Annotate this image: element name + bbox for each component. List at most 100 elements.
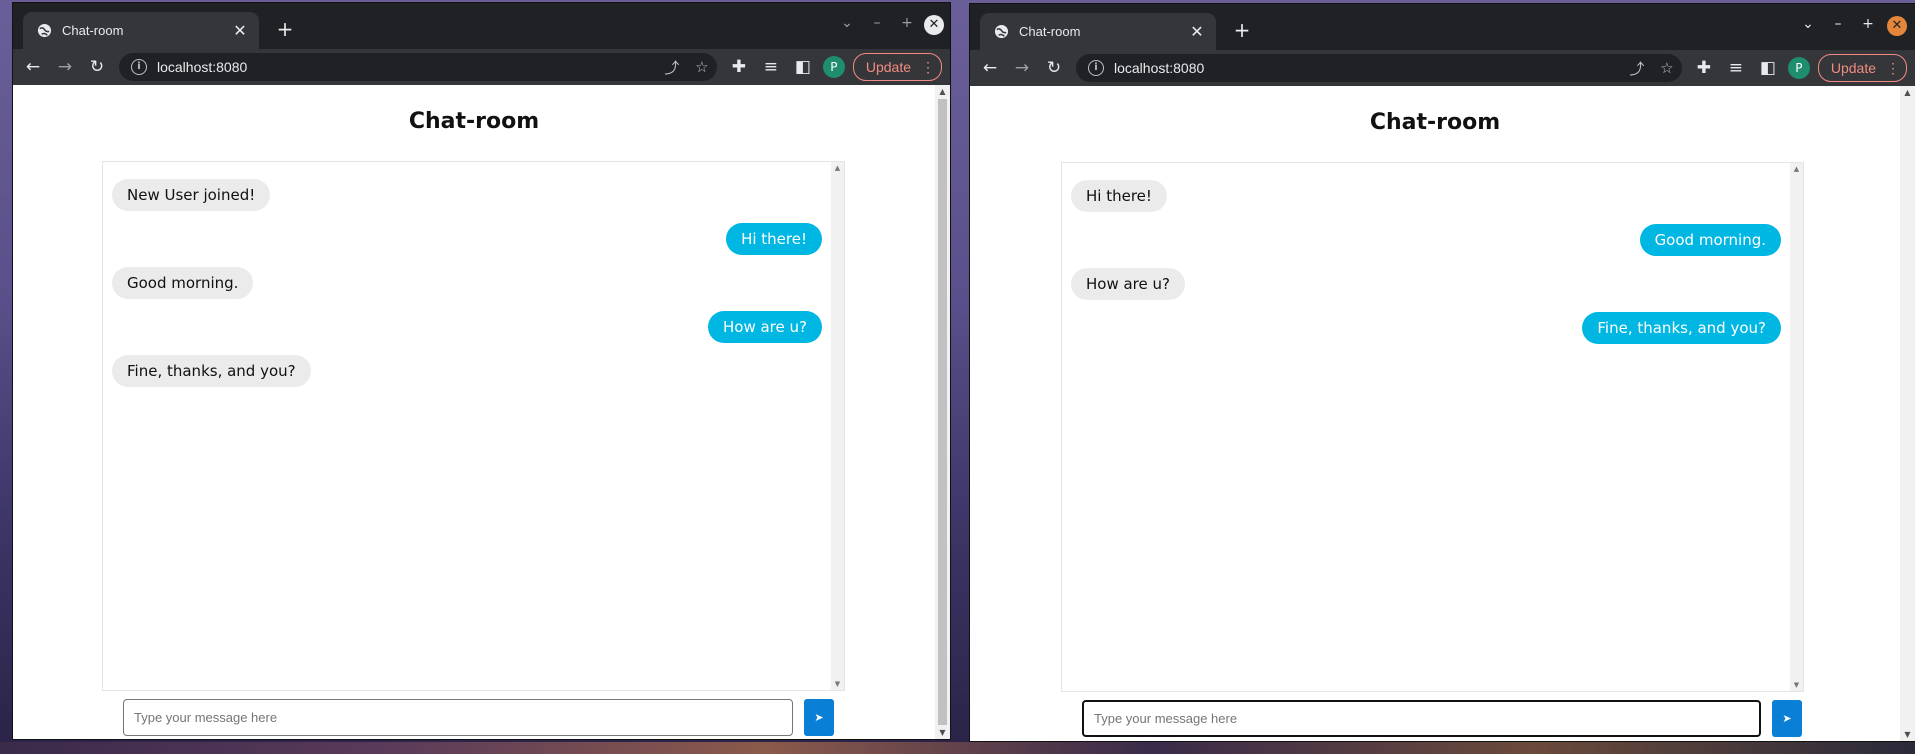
message-bubble: Hi there! xyxy=(1071,180,1167,212)
received-message: How are u? xyxy=(1071,267,1781,301)
received-message: Good morning. xyxy=(112,266,822,300)
menu-icon[interactable]: ⋮ xyxy=(1886,60,1900,77)
message-input[interactable] xyxy=(1082,700,1761,737)
message-input[interactable] xyxy=(123,699,793,736)
avatar[interactable]: P xyxy=(1787,57,1810,79)
tab-strip: Chat-room ✕ + ⌄ – + ✕ xyxy=(970,4,1915,50)
chat-page: Chat-room Hi there! Good morning. How are … xyxy=(970,86,1900,741)
url-text: localhost:8080 xyxy=(1114,60,1205,76)
media-icon[interactable]: ≡ xyxy=(755,57,787,77)
chat-messages-panel[interactable]: New User joined! Hi there! Good morning. Ho… xyxy=(102,161,845,691)
address-bar[interactable]: i localhost:8080 ⤴ ☆ xyxy=(119,53,717,81)
extensions-icon[interactable]: ✚ xyxy=(1688,58,1720,78)
page-scrollbar[interactable]: ▲ ▼ xyxy=(1900,86,1915,741)
page-title: Chat-room xyxy=(1369,110,1501,135)
back-icon[interactable]: ← xyxy=(17,57,49,77)
chat-messages-panel[interactable]: Hi there! Good morning. How are u? Fine, th… xyxy=(1061,162,1804,692)
send-button[interactable]: ➤ xyxy=(1772,700,1802,737)
received-message: New User joined! xyxy=(112,178,822,212)
browser-window-left: Chat-room ✕ + ⌄ – + ✕ ← → ↻ i localhost:… xyxy=(12,2,951,740)
message-bubble: Hi there! xyxy=(726,223,822,255)
url-text: localhost:8080 xyxy=(157,59,248,75)
window-close-button[interactable]: ✕ xyxy=(1887,16,1907,36)
page-scrollbar[interactable]: ▲ ▼ xyxy=(935,85,950,739)
tab-title: Chat-room xyxy=(62,23,124,38)
page-viewport: Chat-room Hi there! Good morning. How are … xyxy=(970,86,1915,741)
scroll-down-icon[interactable]: ▼ xyxy=(1900,730,1915,739)
tab-title: Chat-room xyxy=(1019,24,1081,39)
message-bubble: How are u? xyxy=(1071,268,1185,300)
received-message: Hi there! xyxy=(1071,179,1781,213)
extensions-icon[interactable]: ✚ xyxy=(723,57,755,77)
browser-window-right: Chat-room ✕ + ⌄ – + ✕ ← → ↻ i localhost:… xyxy=(969,3,1915,742)
browser-toolbar: ← → ↻ i localhost:8080 ⤴ ☆ ✚ ≡ ◧ P Updat… xyxy=(970,50,1915,86)
scroll-up-icon[interactable]: ▲ xyxy=(935,87,950,96)
sent-message: Good morning. xyxy=(1071,223,1781,257)
desktop-wallpaper xyxy=(0,742,1915,754)
forward-icon[interactable]: → xyxy=(49,57,81,77)
sent-message: Fine, thanks, and you? xyxy=(1071,311,1781,345)
reload-icon[interactable]: ↻ xyxy=(1038,58,1070,78)
scroll-down-icon[interactable]: ▼ xyxy=(1790,681,1803,689)
minimize-button[interactable]: – xyxy=(866,15,888,31)
received-message: Fine, thanks, and you? xyxy=(112,354,822,388)
send-icon: ➤ xyxy=(814,711,824,724)
scroll-up-icon[interactable]: ▲ xyxy=(831,164,844,172)
message-list: Hi there! Good morning. How are u? Fine, th… xyxy=(1071,179,1781,355)
update-label: Update xyxy=(865,59,911,75)
message-bubble: Fine, thanks, and you? xyxy=(112,355,311,387)
maximize-button[interactable]: + xyxy=(896,15,918,31)
update-label: Update xyxy=(1830,60,1876,76)
side-panel-icon[interactable]: ◧ xyxy=(787,57,819,77)
avatar[interactable]: P xyxy=(822,56,845,78)
menu-icon[interactable]: ⋮ xyxy=(921,59,935,76)
info-icon[interactable]: i xyxy=(1088,60,1104,76)
scroll-down-icon[interactable]: ▼ xyxy=(831,680,844,688)
share-icon[interactable]: ⤴ xyxy=(657,57,687,78)
send-button[interactable]: ➤ xyxy=(804,699,834,736)
chat-scrollbar[interactable]: ▲ ▼ xyxy=(831,162,844,690)
chevron-down-icon[interactable]: ⌄ xyxy=(836,15,858,31)
close-icon[interactable]: ✕ xyxy=(1188,22,1206,41)
sent-message: Hi there! xyxy=(112,222,822,256)
star-icon[interactable]: ☆ xyxy=(687,58,717,76)
globe-icon xyxy=(994,24,1009,39)
side-panel-icon[interactable]: ◧ xyxy=(1752,58,1784,78)
update-button[interactable]: Update ⋮ xyxy=(852,53,942,81)
plus-icon[interactable]: + xyxy=(273,17,297,41)
page-title: Chat-room xyxy=(408,109,540,134)
minimize-button[interactable]: – xyxy=(1827,16,1849,32)
address-bar[interactable]: i localhost:8080 ⤴ ☆ xyxy=(1076,54,1682,82)
message-bubble: Good morning. xyxy=(112,267,254,299)
scroll-up-icon[interactable]: ▲ xyxy=(1900,88,1915,97)
send-icon: ➤ xyxy=(1782,712,1792,725)
chat-page: Chat-room New User joined! Hi there! Good … xyxy=(13,85,935,739)
tab-chat-room[interactable]: Chat-room ✕ xyxy=(980,13,1216,50)
globe-icon xyxy=(37,23,52,38)
sent-message: How are u? xyxy=(112,310,822,344)
message-bubble: How are u? xyxy=(708,311,822,343)
back-icon[interactable]: ← xyxy=(974,58,1006,78)
reload-icon[interactable]: ↻ xyxy=(81,57,113,77)
message-bubble: New User joined! xyxy=(112,179,271,211)
update-button[interactable]: Update ⋮ xyxy=(1817,54,1907,82)
tab-chat-room[interactable]: Chat-room ✕ xyxy=(23,12,259,49)
window-close-button[interactable]: ✕ xyxy=(924,15,944,35)
share-icon[interactable]: ⤴ xyxy=(1622,58,1652,79)
chevron-down-icon[interactable]: ⌄ xyxy=(1797,16,1819,32)
maximize-button[interactable]: + xyxy=(1857,16,1879,32)
plus-icon[interactable]: + xyxy=(1230,18,1254,42)
message-bubble: Good morning. xyxy=(1639,224,1781,256)
media-icon[interactable]: ≡ xyxy=(1720,58,1752,78)
forward-icon[interactable]: → xyxy=(1006,58,1038,78)
star-icon[interactable]: ☆ xyxy=(1652,59,1682,77)
chat-scrollbar[interactable]: ▲ ▼ xyxy=(1790,163,1803,691)
scroll-down-icon[interactable]: ▼ xyxy=(935,728,950,737)
close-icon[interactable]: ✕ xyxy=(231,21,249,40)
page-viewport: Chat-room New User joined! Hi there! Good … xyxy=(13,85,950,739)
message-bubble: Fine, thanks, and you? xyxy=(1582,312,1781,344)
info-icon[interactable]: i xyxy=(131,59,147,75)
scrollbar-thumb[interactable] xyxy=(938,99,947,725)
browser-toolbar: ← → ↻ i localhost:8080 ⤴ ☆ ✚ ≡ ◧ P Updat… xyxy=(13,49,950,85)
scroll-up-icon[interactable]: ▲ xyxy=(1790,165,1803,173)
